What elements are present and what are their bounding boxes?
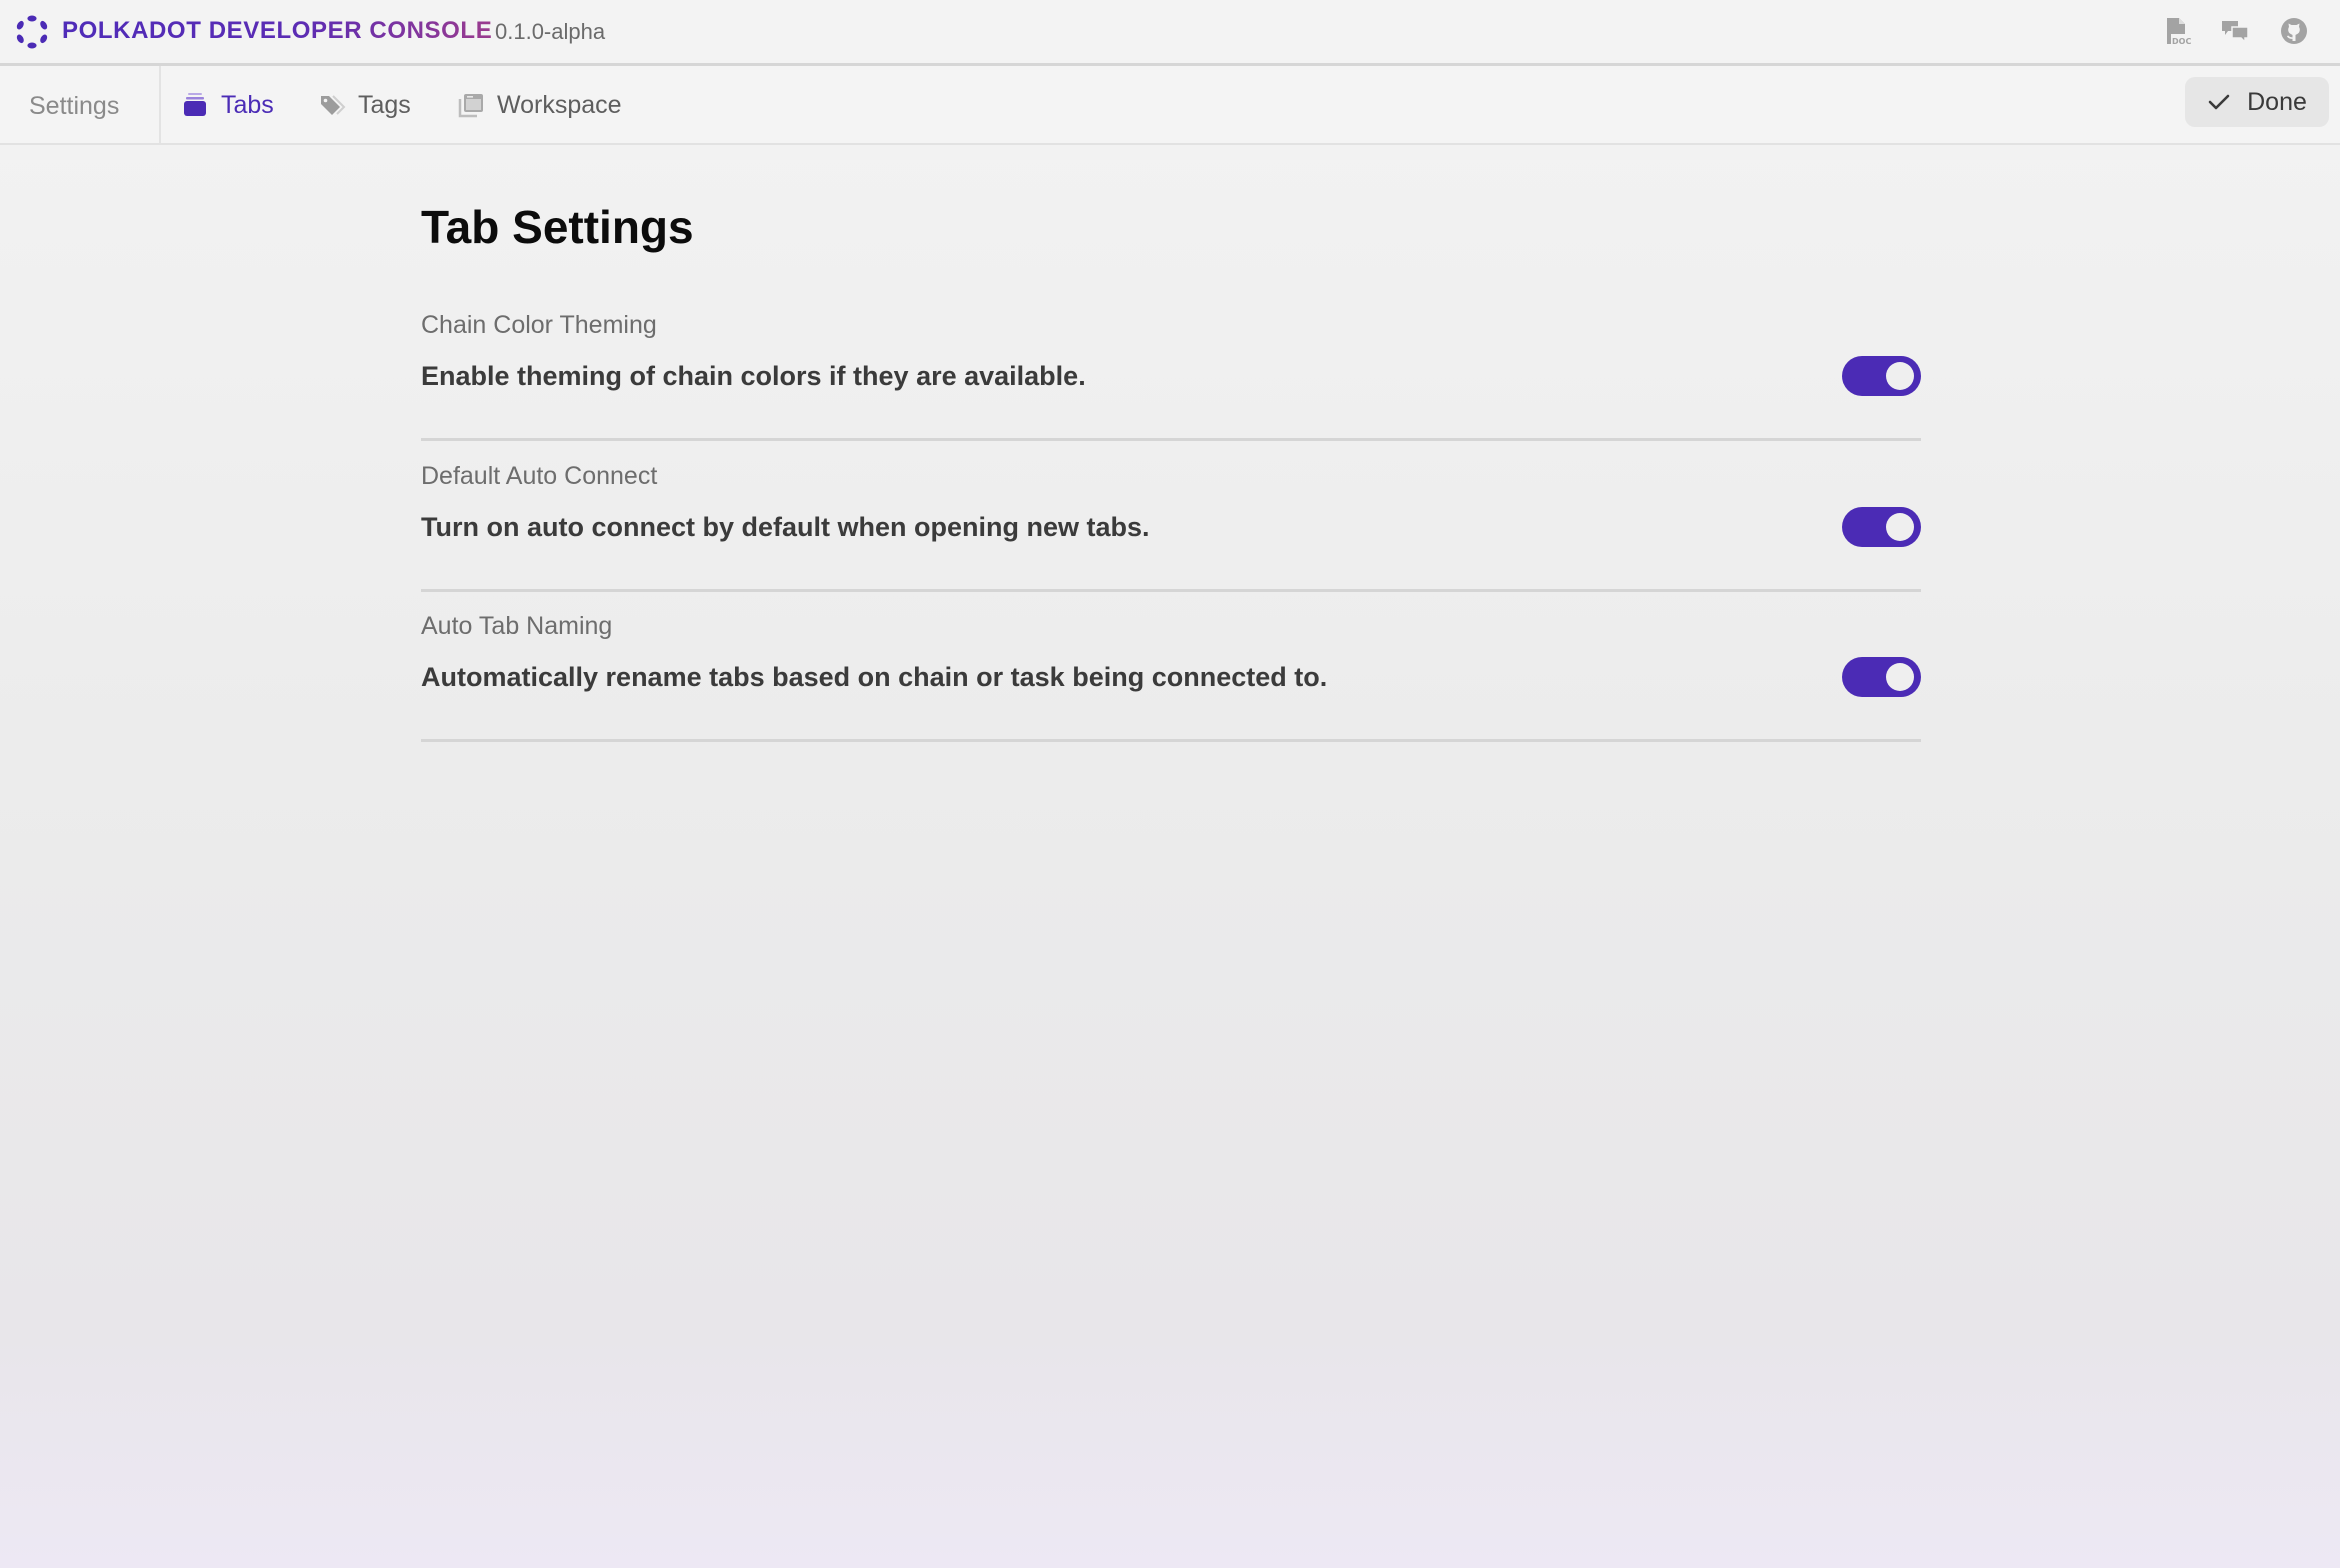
tab-divider <box>159 66 161 143</box>
polkadot-logo-icon <box>16 15 48 49</box>
tab-tags-label: Tags <box>358 90 411 119</box>
tab-tabs[interactable]: Tabs <box>181 88 274 122</box>
app-title: POLKADOT DEVELOPER CONSOLE <box>62 17 493 44</box>
tab-tabs-label: Tabs <box>221 90 274 119</box>
tab-workspace-label: Workspace <box>497 90 622 119</box>
toggle-knob <box>1886 663 1914 691</box>
docs-icon[interactable]: DOC <box>2163 16 2193 46</box>
settings-section-label: Settings <box>29 92 120 120</box>
tabs-stack-icon <box>184 93 206 116</box>
setting-label: Default Auto Connect <box>421 462 658 490</box>
settings-tab-bar: Settings Tabs Tags Workspace Done <box>0 66 2340 145</box>
tab-tags[interactable]: Tags <box>318 88 411 122</box>
toggle-knob <box>1886 513 1914 541</box>
default-auto-connect-toggle[interactable] <box>1842 507 1921 547</box>
checkmark-icon <box>2208 94 2230 110</box>
page-title: Tab Settings <box>421 201 694 253</box>
title-bar: POLKADOT DEVELOPER CONSOLE 0.1.0-alpha D… <box>0 0 2340 66</box>
setting-label: Auto Tab Naming <box>421 612 613 640</box>
done-button[interactable]: Done <box>2185 77 2329 127</box>
setting-description: Enable theming of chain colors if they a… <box>421 361 1086 391</box>
app-version: 0.1.0-alpha <box>495 19 606 44</box>
chat-icon[interactable] <box>2220 16 2250 46</box>
done-label: Done <box>2247 87 2307 116</box>
setting-auto-tab-naming: Auto Tab Naming Automatically rename tab… <box>421 612 1921 742</box>
tab-workspace[interactable]: Workspace <box>457 88 622 122</box>
workspace-window-icon <box>458 94 483 118</box>
toggle-knob <box>1886 362 1914 390</box>
setting-chain-color-theming: Chain Color Theming Enable theming of ch… <box>421 311 1921 441</box>
setting-default-auto-connect: Default Auto Connect Turn on auto connec… <box>421 462 1921 592</box>
setting-label: Chain Color Theming <box>421 311 657 339</box>
tag-icon <box>321 95 346 115</box>
github-icon[interactable] <box>2279 16 2309 46</box>
setting-description: Automatically rename tabs based on chain… <box>421 662 1328 692</box>
setting-description: Turn on auto connect by default when ope… <box>421 512 1150 542</box>
auto-tab-naming-toggle[interactable] <box>1842 657 1921 697</box>
chain-color-theming-toggle[interactable] <box>1842 356 1921 396</box>
svg-text:DOC: DOC <box>2172 37 2191 46</box>
